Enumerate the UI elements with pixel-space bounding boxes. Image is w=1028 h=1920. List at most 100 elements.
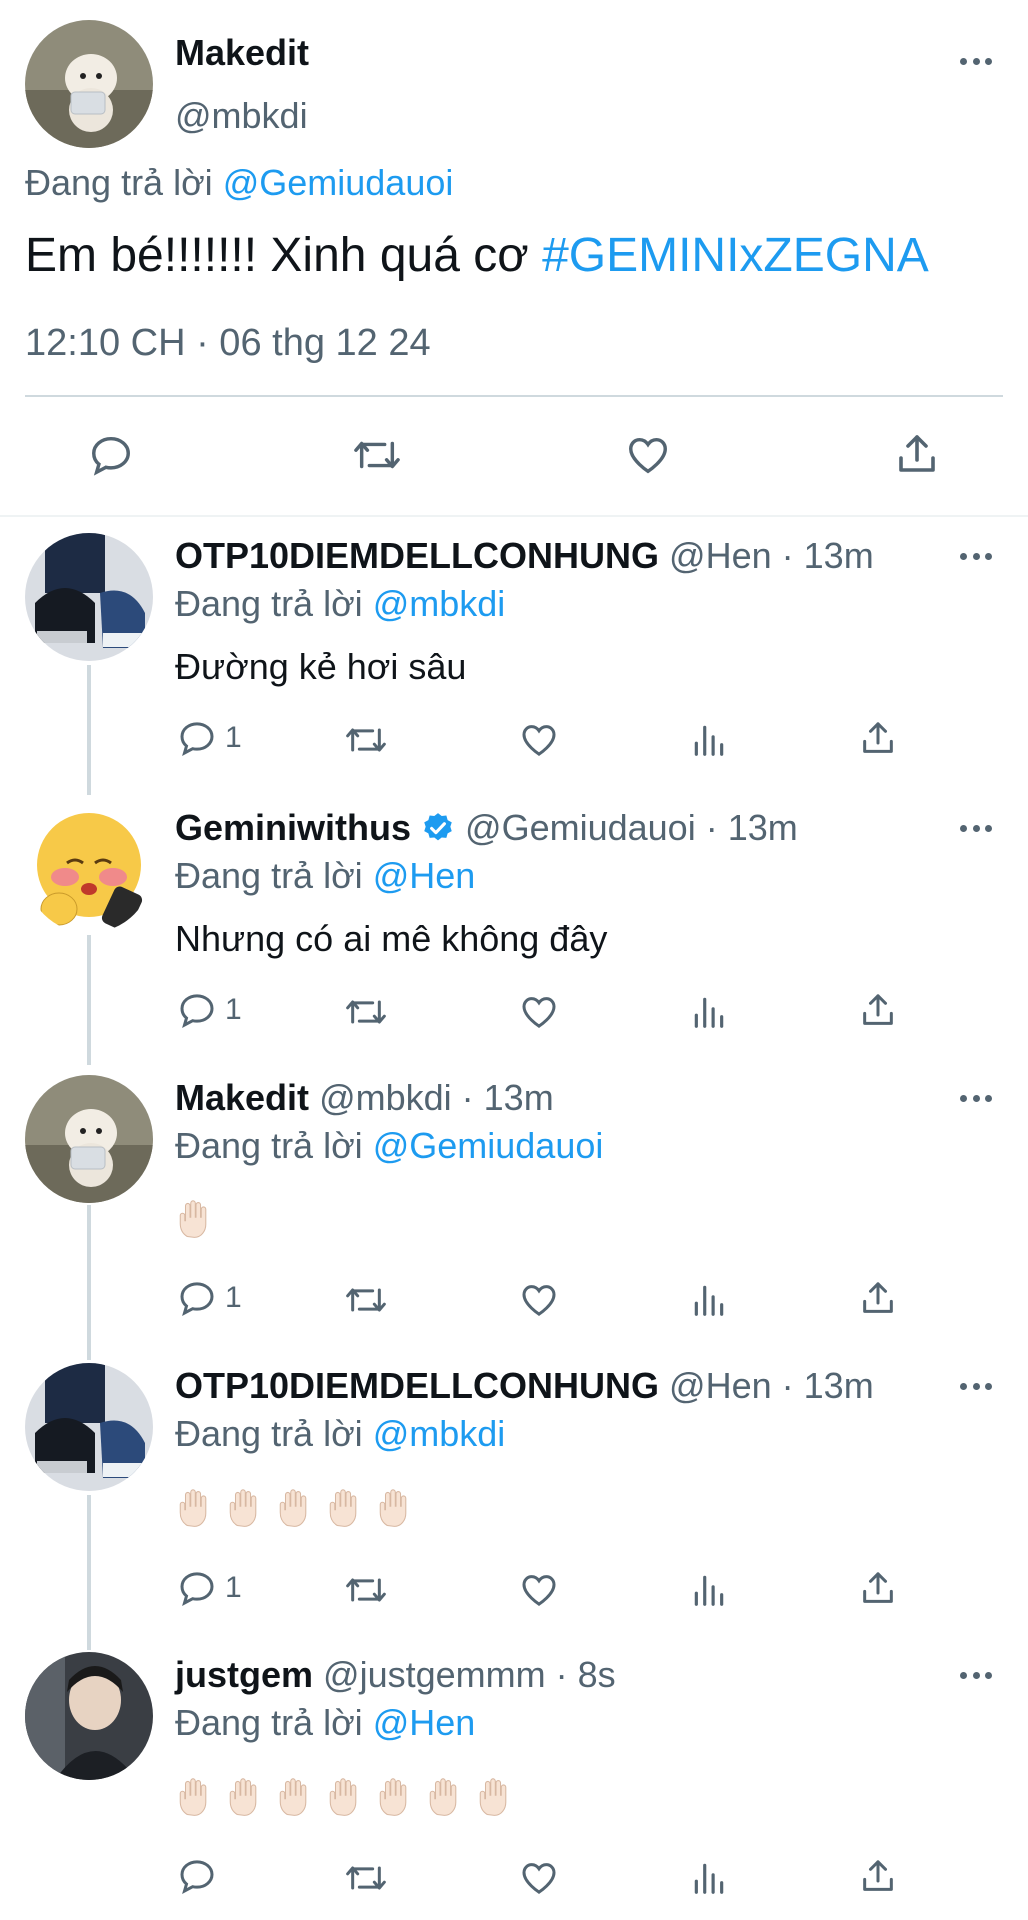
raised-hand-emoji bbox=[375, 1776, 417, 1818]
reply-avatar[interactable] bbox=[25, 1075, 153, 1203]
hashtag-link[interactable]: #GEMINIxZEGNA bbox=[542, 229, 929, 282]
reply-emoji-row bbox=[175, 1198, 217, 1240]
reply-time[interactable]: · 8s bbox=[556, 1654, 616, 1695]
reply-display-name[interactable]: Makedit bbox=[175, 1077, 309, 1118]
retweet-icon[interactable] bbox=[352, 432, 402, 478]
like-icon[interactable] bbox=[518, 992, 560, 1032]
retweet-icon[interactable] bbox=[344, 1858, 388, 1898]
raised-hand-emoji bbox=[175, 1776, 217, 1818]
raised-hand-emoji bbox=[225, 1487, 267, 1529]
reply-header: Makedit @mbkdi · 13m bbox=[175, 1077, 554, 1119]
main-display-name[interactable]: Makedit bbox=[175, 32, 309, 74]
reply-handle[interactable]: @justgemmm bbox=[323, 1654, 546, 1695]
raised-hand-emoji bbox=[275, 1487, 317, 1529]
raised-hand-emoji bbox=[375, 1487, 417, 1529]
like-icon[interactable] bbox=[518, 1280, 560, 1320]
reply-button[interactable] bbox=[177, 1856, 225, 1896]
more-options-icon[interactable] bbox=[960, 1670, 992, 1680]
views-icon[interactable] bbox=[690, 992, 728, 1032]
main-replying-to: Đang trả lời @Gemiudauoi bbox=[25, 162, 454, 203]
reply-handle[interactable]: @Hen bbox=[669, 535, 772, 576]
reply-header: justgem @justgemmm · 8s bbox=[175, 1654, 616, 1696]
reply-display-name[interactable]: Geminiwithus bbox=[175, 807, 411, 849]
reply-handle[interactable]: @Hen bbox=[669, 1365, 772, 1406]
reply-avatar[interactable] bbox=[25, 805, 153, 933]
like-icon[interactable] bbox=[624, 432, 672, 478]
reply-time[interactable]: · 13m bbox=[782, 1365, 874, 1406]
reply-display-name[interactable]: OTP10DIEMDELLCONHUNG bbox=[175, 535, 659, 576]
share-icon[interactable] bbox=[858, 990, 898, 1030]
main-timestamp[interactable]: 12:10 CH · 06 thg 12 24 bbox=[25, 322, 431, 365]
like-icon[interactable] bbox=[518, 720, 560, 760]
views-icon[interactable] bbox=[690, 1280, 728, 1320]
raised-hand-emoji bbox=[225, 1776, 267, 1818]
reply-time[interactable]: · 13m bbox=[706, 807, 798, 849]
reply-icon bbox=[180, 994, 214, 1028]
raised-hand-emoji bbox=[425, 1776, 467, 1818]
share-icon[interactable] bbox=[858, 1856, 898, 1896]
reply-icon bbox=[180, 1282, 214, 1316]
thread-line bbox=[87, 1495, 91, 1650]
reply-replying-to: Đang trả lời @Hen bbox=[175, 1702, 476, 1743]
views-icon[interactable] bbox=[690, 1570, 728, 1610]
raised-hand-emoji bbox=[275, 1776, 317, 1818]
reply-emoji-row bbox=[175, 1487, 417, 1529]
reply-header: OTP10DIEMDELLCONHUNG @Hen · 13m bbox=[175, 535, 874, 577]
reply-icon[interactable] bbox=[88, 432, 134, 478]
verified-badge-icon bbox=[421, 811, 455, 845]
reply-time[interactable]: · 13m bbox=[782, 535, 874, 576]
reply-avatar[interactable] bbox=[25, 1652, 153, 1780]
share-icon[interactable] bbox=[858, 718, 898, 758]
mention-link[interactable]: @Hen bbox=[373, 855, 476, 896]
reply-handle[interactable]: @Gemiudauoi bbox=[465, 807, 696, 849]
section-divider bbox=[0, 515, 1028, 517]
main-avatar[interactable] bbox=[25, 20, 153, 148]
thread-line bbox=[87, 665, 91, 795]
thread-line bbox=[87, 1205, 91, 1360]
reply-avatar[interactable] bbox=[25, 1363, 153, 1491]
mention-link[interactable]: @Gemiudauoi bbox=[373, 1125, 604, 1166]
share-icon[interactable] bbox=[858, 1278, 898, 1318]
more-options-icon[interactable] bbox=[960, 1381, 992, 1391]
more-options-icon[interactable] bbox=[960, 823, 992, 833]
reply-avatar[interactable] bbox=[25, 533, 153, 661]
reply-count: 1 bbox=[225, 1281, 242, 1314]
reply-time[interactable]: · 13m bbox=[462, 1077, 554, 1118]
retweet-icon[interactable] bbox=[344, 720, 388, 760]
reply-button[interactable]: 1 bbox=[177, 1568, 242, 1608]
main-tweet-text: Em bé!!!!!!! Xinh quá cơ #GEMINIxZEGNA bbox=[25, 229, 929, 282]
reply-button[interactable]: 1 bbox=[177, 990, 242, 1030]
divider bbox=[25, 395, 1003, 397]
more-options-icon[interactable] bbox=[960, 56, 992, 66]
thread-line bbox=[87, 935, 91, 1065]
reply-button[interactable]: 1 bbox=[177, 1278, 242, 1318]
reply-icon bbox=[180, 722, 214, 756]
reply-replying-to: Đang trả lời @mbkdi bbox=[175, 1413, 506, 1454]
like-icon[interactable] bbox=[518, 1570, 560, 1610]
retweet-icon[interactable] bbox=[344, 1570, 388, 1610]
share-icon[interactable] bbox=[893, 430, 941, 478]
views-icon[interactable] bbox=[690, 720, 728, 760]
reply-header: Geminiwithus @Gemiudauoi · 13m bbox=[175, 807, 798, 849]
reply-display-name[interactable]: OTP10DIEMDELLCONHUNG bbox=[175, 1365, 659, 1406]
mention-link[interactable]: @mbkdi bbox=[373, 1413, 506, 1454]
more-options-icon[interactable] bbox=[960, 1093, 992, 1103]
reply-icon bbox=[180, 1572, 214, 1606]
retweet-icon[interactable] bbox=[344, 1280, 388, 1320]
reply-display-name[interactable]: justgem bbox=[175, 1654, 313, 1695]
reply-button[interactable]: 1 bbox=[177, 718, 242, 758]
views-icon[interactable] bbox=[690, 1858, 728, 1898]
mention-link[interactable]: @Hen bbox=[373, 1702, 476, 1743]
reply-count: 1 bbox=[225, 993, 242, 1026]
like-icon[interactable] bbox=[518, 1858, 560, 1898]
raised-hand-emoji bbox=[325, 1487, 367, 1529]
more-options-icon[interactable] bbox=[960, 551, 992, 561]
reply-handle[interactable]: @mbkdi bbox=[319, 1077, 452, 1118]
retweet-icon[interactable] bbox=[344, 992, 388, 1032]
mention-link[interactable]: @mbkdi bbox=[373, 583, 506, 624]
share-icon[interactable] bbox=[858, 1568, 898, 1608]
mention-link[interactable]: @Gemiudauoi bbox=[223, 162, 454, 203]
reply-replying-to: Đang trả lời @Hen bbox=[175, 855, 476, 896]
reply-count: 1 bbox=[225, 721, 242, 754]
main-handle[interactable]: @mbkdi bbox=[175, 95, 308, 137]
